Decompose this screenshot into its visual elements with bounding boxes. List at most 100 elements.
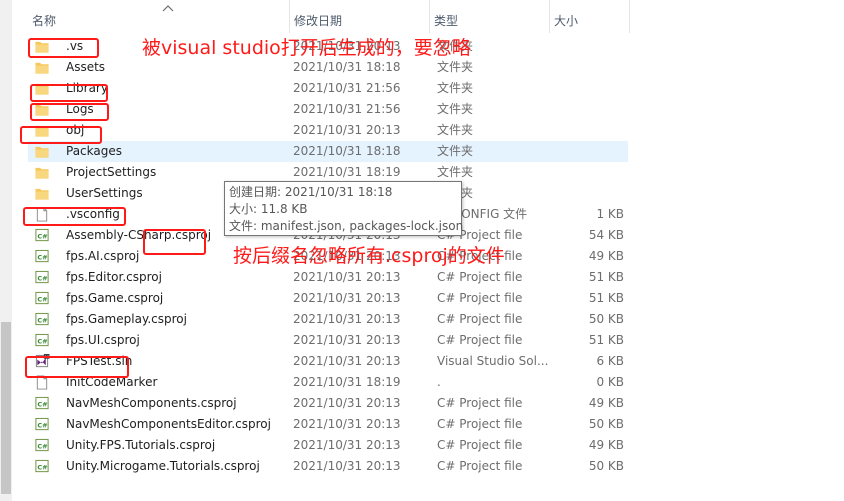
file-row[interactable]: C# NavMeshComponents.csproj 2021/10/31 20:… xyxy=(28,393,628,414)
file-row[interactable]: Assets 2021/10/31 18:18 文件夹 xyxy=(28,57,628,78)
file-date: 2021/10/31 18:19 xyxy=(293,165,401,179)
file-name: fps.UI.csproj xyxy=(66,333,140,347)
column-header-size[interactable]: 大小 xyxy=(550,0,630,33)
svg-text:C#: C# xyxy=(37,463,48,471)
file-type: C# Project file xyxy=(437,459,523,473)
column-header-date[interactable]: 修改日期 xyxy=(290,0,430,33)
file-type: 文件夹 xyxy=(437,81,474,95)
file-name: ProjectSettings xyxy=(66,165,157,179)
svg-text:C#: C# xyxy=(37,421,48,429)
file-row[interactable]: C# NavMeshComponentsEditor.csproj 2021/10/… xyxy=(28,414,628,435)
csproj-icon: C# xyxy=(35,459,49,473)
file-row[interactable]: Library 2021/10/31 21:56 文件夹 xyxy=(28,78,628,99)
file-size xyxy=(552,183,624,204)
folder-icon xyxy=(35,146,49,158)
file-size: 51 KB xyxy=(588,270,624,284)
column-header-name[interactable]: 名称 xyxy=(28,0,290,33)
file-date: 2021/10/31 20:13 xyxy=(293,123,401,137)
file-name: obj xyxy=(66,123,85,137)
column-header-type[interactable]: 类型 xyxy=(430,0,550,33)
file-row[interactable]: C# fps.Game.csproj 2021/10/31 20:13 C# Proj… xyxy=(28,288,628,309)
file-type: 文件夹 xyxy=(437,144,474,158)
file-name: fps.Game.csproj xyxy=(66,291,164,305)
file-tooltip: 创建日期: 2021/10/31 18:18 大小: 11.8 KB 文件: m… xyxy=(224,181,463,236)
file-date: 2021/10/31 21:56 xyxy=(293,81,401,95)
csproj-icon: C# xyxy=(35,396,49,410)
file-date: 2021/10/31 20:13 xyxy=(293,438,401,452)
file-row[interactable]: C# Unity.Microgame.Tutorials.csproj 2021/1… xyxy=(28,456,628,477)
file-date: 2021/10/31 18:19 xyxy=(293,375,401,389)
file-name: Unity.FPS.Tutorials.csproj xyxy=(66,438,216,452)
csproj-icon: C# xyxy=(35,312,49,326)
file-date: 2021/10/31 20:13 xyxy=(293,312,401,326)
csproj-icon: C# xyxy=(35,249,49,263)
file-row[interactable]: Logs 2021/10/31 21:56 文件夹 xyxy=(28,99,628,120)
file-date: 2021/10/31 20:13 xyxy=(293,291,401,305)
file-size xyxy=(552,36,624,57)
file-row[interactable]: C# fps.Editor.csproj 2021/10/31 20:13 C# Pr… xyxy=(28,267,628,288)
file-size: 50 KB xyxy=(588,417,624,431)
file-row[interactable]: C# Unity.FPS.Tutorials.csproj 2021/10/31 2… xyxy=(28,435,628,456)
csproj-icon: C# xyxy=(35,270,49,284)
folder-icon xyxy=(35,167,49,179)
folder-icon xyxy=(35,188,49,200)
csproj-icon: C# xyxy=(35,417,49,431)
file-date: 2021/10/31 20:13 xyxy=(293,270,401,284)
file-name: NavMeshComponentsEditor.csproj xyxy=(66,417,271,431)
file-size xyxy=(552,78,624,99)
file-type: 文件夹 xyxy=(437,123,474,137)
file-type: C# Project file xyxy=(437,438,523,452)
highlight-box-logs xyxy=(30,103,109,121)
file-size: 51 KB xyxy=(588,333,624,347)
file-size xyxy=(552,162,624,183)
folder-icon xyxy=(35,62,49,74)
file-type: 文件夹 xyxy=(437,165,474,179)
file-size: 6 KB xyxy=(596,354,624,368)
file-type: C# Project file xyxy=(437,291,523,305)
file-date: 2021/10/31 21:56 xyxy=(293,102,401,116)
file-type: C# Project file xyxy=(437,333,523,347)
file-type: C# Project file xyxy=(437,270,523,284)
file-date: 2021/10/31 20:13 xyxy=(293,459,401,473)
file-name: Packages xyxy=(66,144,122,158)
left-scrollbar[interactable] xyxy=(0,0,12,501)
file-size: 50 KB xyxy=(588,459,624,473)
file-type: C# Project file xyxy=(437,312,523,326)
file-size: 1 KB xyxy=(596,207,624,221)
file-row[interactable]: obj 2021/10/31 20:13 文件夹 xyxy=(28,120,628,141)
highlight-box-library xyxy=(30,84,108,102)
svg-text:C#: C# xyxy=(37,442,48,450)
file-row[interactable]: C# fps.Gameplay.csproj 2021/10/31 20:13 C# … xyxy=(28,309,628,330)
file-date: 2021/10/31 20:13 xyxy=(293,354,401,368)
file-size: 54 KB xyxy=(588,228,624,242)
scrollbar-thumb[interactable] xyxy=(1,322,11,494)
file-type: . xyxy=(437,375,441,389)
file-size xyxy=(552,120,624,141)
file-size xyxy=(552,141,624,162)
tooltip-created: 创建日期: 2021/10/31 18:18 xyxy=(229,185,393,199)
file-date: 2021/10/31 20:13 xyxy=(293,417,401,431)
file-date: 2021/10/31 18:18 xyxy=(293,60,401,74)
file-type: Visual Studio Sol... xyxy=(437,354,549,368)
svg-text:C#: C# xyxy=(37,295,48,303)
file-date: 2021/10/31 20:13 xyxy=(293,396,401,410)
file-row[interactable]: Packages 2021/10/31 18:18 文件夹 xyxy=(28,141,628,162)
column-header-bar: 名称 修改日期 类型 大小 xyxy=(12,0,844,33)
highlight-box-csproj-ext xyxy=(143,229,206,255)
file-date: 2021/10/31 20:13 xyxy=(293,333,401,347)
file-size: 0 KB xyxy=(596,375,624,389)
file-date: 2021/10/31 18:18 xyxy=(293,144,401,158)
csproj-icon: C# xyxy=(35,333,49,347)
file-type: C# Project file xyxy=(437,417,523,431)
file-row[interactable]: ProjectSettings 2021/10/31 18:19 文件夹 xyxy=(28,162,628,183)
highlight-box-vsconfig xyxy=(23,207,126,226)
file-name: Assets xyxy=(66,60,106,74)
file-type: C# Project file xyxy=(437,396,523,410)
csproj-icon: C# xyxy=(35,438,49,452)
svg-text:C#: C# xyxy=(37,253,48,261)
file-row[interactable]: C# fps.UI.csproj 2021/10/31 20:13 C# Projec… xyxy=(28,330,628,351)
tooltip-size: 大小: 11.8 KB xyxy=(229,202,308,216)
annotation-csproj-note: 按后缀名忽略所有.csproj的文件 xyxy=(233,245,505,267)
svg-text:C#: C# xyxy=(37,316,48,324)
file-name: NavMeshComponents.csproj xyxy=(66,396,237,410)
